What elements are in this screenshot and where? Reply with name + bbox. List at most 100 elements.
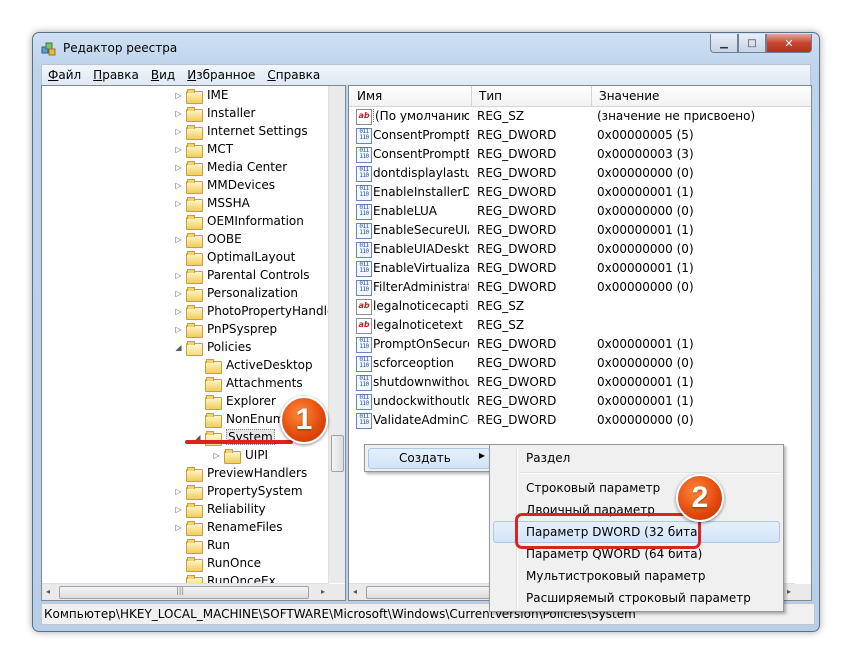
- expander-arrow-icon[interactable]: ▷: [174, 163, 183, 172]
- expander-arrow-icon[interactable]: ◢: [174, 343, 183, 352]
- context-menu: Создать ▶: [364, 444, 494, 472]
- menu-edit[interactable]: Правка: [87, 68, 145, 82]
- expander-arrow-icon[interactable]: ▷: [174, 109, 183, 118]
- expander-arrow-icon[interactable]: ▷: [174, 145, 183, 154]
- menu-view[interactable]: Вид: [145, 68, 181, 82]
- tree-item[interactable]: ▷ UIPI: [212, 446, 268, 464]
- expander-arrow-icon[interactable]: ▷: [174, 199, 183, 208]
- new-key-item[interactable]: Раздел: [526, 451, 570, 465]
- scroll-left-arrow-icon[interactable]: ◂: [46, 587, 50, 596]
- tree-item[interactable]: ▷ PnPSysprep: [174, 320, 277, 338]
- tree-item[interactable]: Explorer: [193, 392, 276, 410]
- new-expandable-string-value-item[interactable]: Расширяемый строковый параметр: [526, 591, 751, 605]
- tree-item[interactable]: ▷ Installer: [174, 104, 255, 122]
- value-name: legalnoticecaption: [373, 299, 469, 313]
- expander-arrow-icon[interactable]: ▷: [174, 181, 183, 190]
- tree-horizontal-scroll-thumb[interactable]: |||: [59, 586, 309, 599]
- tree-item[interactable]: RunOnce: [174, 554, 261, 572]
- column-divider[interactable]: [471, 86, 472, 106]
- tree-item[interactable]: ▷ PhotoPropertyHandler: [174, 302, 329, 320]
- expander-arrow-icon[interactable]: ▷: [174, 235, 183, 244]
- scroll-right-arrow-icon[interactable]: ▸: [321, 587, 325, 596]
- tree-item[interactable]: ▷ Media Center: [174, 158, 287, 176]
- tree-item-label: Reliability: [207, 502, 266, 516]
- tree-item[interactable]: PreviewHandlers: [174, 464, 307, 482]
- expander-arrow-icon[interactable]: ▷: [174, 127, 183, 136]
- value-row[interactable]: 011 110 scforceoption REG_DWORD 0x00000000 …: [349, 354, 809, 373]
- scroll-right-arrow-icon[interactable]: ▸: [787, 587, 791, 596]
- menu-file[interactable]: Файл: [42, 68, 87, 82]
- folder-icon: [186, 124, 203, 140]
- value-row[interactable]: 011 110PromptOnSecureDesktop REG_DWORD 0x0…: [349, 335, 809, 354]
- column-header-name[interactable]: Имя: [357, 89, 382, 103]
- tree-item-label: MCT: [207, 142, 234, 156]
- value-name-cell: ConsentPromptBehaviorUser: [373, 147, 469, 161]
- new-string-value-item[interactable]: Строковый параметр: [526, 481, 660, 495]
- column-header-type[interactable]: Тип: [479, 89, 502, 103]
- expander-arrow-icon[interactable]: ▷: [174, 289, 183, 298]
- value-row[interactable]: 011 110dontdisplaylastusername REG_DWORD 0…: [349, 164, 809, 183]
- new-multistring-value-item[interactable]: Мультистроковый параметр: [526, 569, 706, 583]
- tree-item[interactable]: ◢ Policies: [174, 338, 251, 356]
- value-row[interactable]: 011 110undockwithoutlogon REG_DWORD 0x0000…: [349, 392, 809, 411]
- value-row[interactable]: 011 110ValidateAdminCodeSignatures REG_DW…: [349, 411, 809, 430]
- expander-arrow-icon[interactable]: ▷: [174, 307, 183, 316]
- tree-item[interactable]: NonEnum: [193, 410, 284, 428]
- close-button[interactable]: ✕: [766, 34, 812, 53]
- value-name: FilterAdministratorToken: [373, 280, 469, 294]
- value-row[interactable]: 011 110FilterAdministratorToken REG_DWORD…: [349, 278, 809, 297]
- column-divider[interactable]: [591, 86, 592, 106]
- menu-help[interactable]: Справка: [261, 68, 326, 82]
- value-row[interactable]: ablegalnoticecaption REG_SZ: [349, 297, 809, 316]
- value-row[interactable]: 011 110EnableVirtualization REG_DWORD 0x00…: [349, 259, 809, 278]
- tree-item[interactable]: OEMInformation: [174, 212, 304, 230]
- value-row[interactable]: 011 110shutdownwithoutlogon REG_DWORD 0x00…: [349, 373, 809, 392]
- tree-vertical-scrollbar[interactable]: [328, 86, 345, 583]
- value-row[interactable]: 011 110EnableUIADesktopToggle REG_DWORD 0x…: [349, 240, 809, 259]
- expander-arrow-icon[interactable]: ▷: [174, 91, 183, 100]
- tree-item[interactable]: ▷ IME: [174, 86, 228, 104]
- tree-item[interactable]: ▷ OOBE: [174, 230, 242, 248]
- tree-vertical-scroll-thumb[interactable]: [331, 435, 344, 472]
- scroll-left-arrow-icon[interactable]: ◂: [353, 587, 357, 596]
- tree-horizontal-scrollbar[interactable]: ◂ ||| ▸: [42, 583, 329, 600]
- value-row[interactable]: ab legalnoticetext REG_SZ: [349, 316, 809, 335]
- tree-item[interactable]: ▷ Personalization: [174, 284, 298, 302]
- tree-item[interactable]: RunOnceEx: [174, 572, 276, 583]
- value-row[interactable]: 011 110EnableInstallerDetection REG_DWORD…: [349, 183, 809, 202]
- tree-item[interactable]: ▷ MMDevices: [174, 176, 275, 194]
- tree-item[interactable]: ▷ MCT: [174, 140, 233, 158]
- maximize-button[interactable]: □: [738, 34, 766, 53]
- tree-item[interactable]: ▷ Internet Settings: [174, 122, 308, 140]
- expander-arrow-icon[interactable]: ▷: [174, 505, 183, 514]
- value-type: REG_SZ: [477, 299, 525, 313]
- tree-item[interactable]: Attachments: [193, 374, 303, 392]
- expander-arrow-icon[interactable]: ▷: [212, 451, 221, 460]
- tree-item[interactable]: ▷ MSSHA: [174, 194, 250, 212]
- column-header-value[interactable]: Значение: [599, 89, 659, 103]
- value-row[interactable]: 011 110EnableSecureUIAPaths REG_DWORD 0x00…: [349, 221, 809, 240]
- expander-arrow-icon[interactable]: ▷: [174, 523, 183, 532]
- value-data: 0x00000001 (1): [597, 261, 694, 275]
- value-data: 0x00000000 (0): [597, 280, 694, 294]
- tree-item[interactable]: ▷ Parental Controls: [174, 266, 310, 284]
- tree-item[interactable]: ▷ PropertySystem: [174, 482, 303, 500]
- tree-item[interactable]: ActiveDesktop: [193, 356, 313, 374]
- folder-icon: [186, 142, 203, 158]
- expander-arrow-icon[interactable]: ▷: [174, 271, 183, 280]
- menu-favorites[interactable]: Избранное: [181, 68, 261, 82]
- create-menu-item[interactable]: Создать: [399, 451, 451, 465]
- new-qword-value-item[interactable]: Параметр QWORD (64 бита): [526, 547, 702, 561]
- title-bar[interactable]: Редактор реестра ▁ □ ✕: [33, 33, 819, 63]
- tree-item[interactable]: OptimalLayout: [174, 248, 295, 266]
- tree-item[interactable]: ▷ RenameFiles: [174, 518, 283, 536]
- value-row[interactable]: 011 110ConsentPromptBehaviorUser REG_DWOR…: [349, 145, 809, 164]
- expander-arrow-icon[interactable]: ▷: [174, 325, 183, 334]
- tree-item[interactable]: ▷ Reliability: [174, 500, 266, 518]
- expander-arrow-icon[interactable]: ▷: [174, 487, 183, 496]
- minimize-button[interactable]: ▁: [710, 34, 738, 53]
- value-row[interactable]: 011 110 EnableLUA REG_DWORD 0x00000000 (0): [349, 202, 809, 221]
- value-row[interactable]: 011 110ConsentPromptBehaviorAdmin REG_DWO…: [349, 126, 809, 145]
- value-row[interactable]: ab (По умолчанию) REG_SZ (значение не присв…: [349, 107, 809, 126]
- tree-item[interactable]: Run: [174, 536, 230, 554]
